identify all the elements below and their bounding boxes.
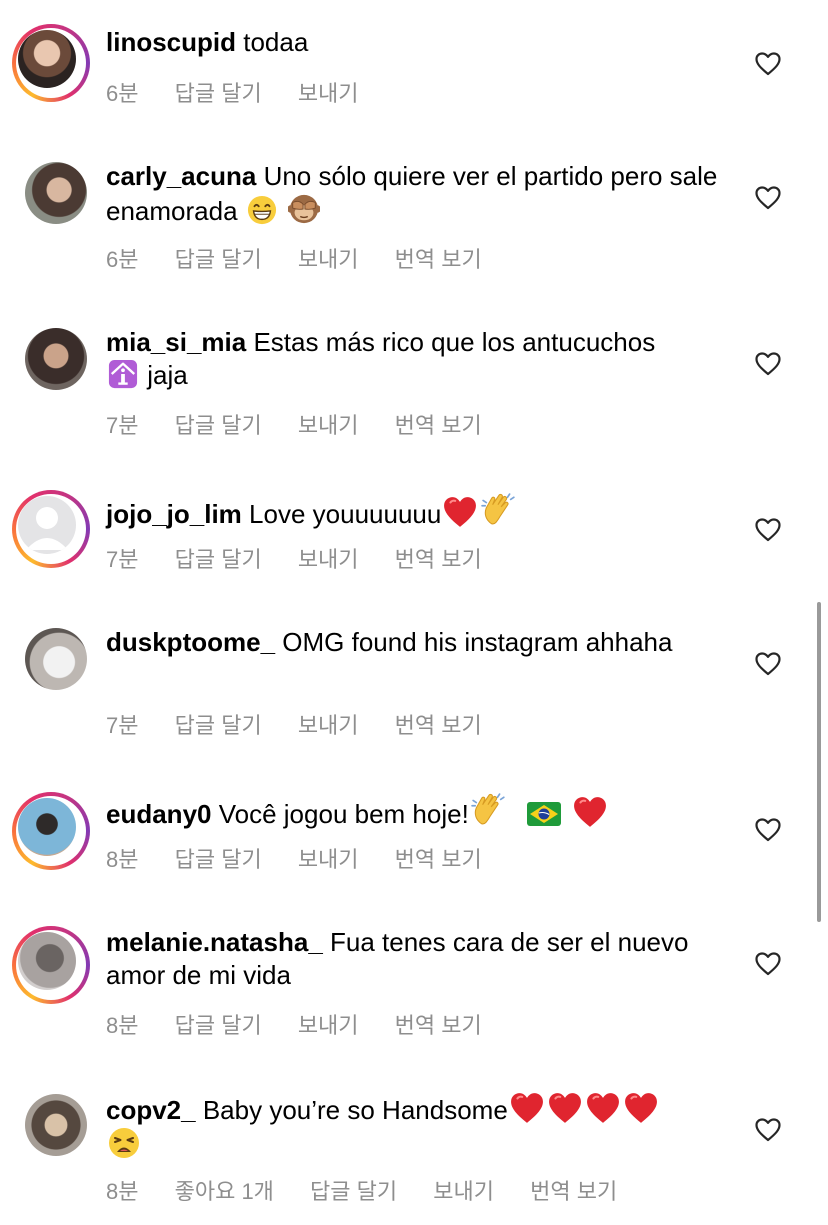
scrollbar[interactable] [817, 602, 821, 922]
avatar[interactable] [25, 1094, 87, 1156]
comment-text: Baby you’re so Handsome [202, 1095, 508, 1125]
comment-username[interactable]: melanie.natasha_ [106, 927, 323, 957]
like-heart-icon[interactable] [755, 518, 781, 542]
default-profile-icon [26, 507, 68, 550]
red-heart-icon [443, 496, 477, 528]
reply-button[interactable]: 답글 달기 [175, 542, 262, 574]
translate-button[interactable]: 번역 보기 [395, 1008, 482, 1040]
grinning-face-icon [247, 195, 277, 225]
comment-username[interactable]: mia_si_mia [106, 327, 246, 357]
translate-button[interactable]: 번역 보기 [395, 542, 482, 574]
clapping-hands-icon [471, 792, 507, 828]
reply-button[interactable]: 답글 달기 [175, 842, 262, 874]
like-heart-icon[interactable] [755, 818, 781, 842]
likes-count[interactable]: 좋아요 1개 [175, 1174, 274, 1206]
avatar[interactable] [25, 328, 87, 390]
red-heart-icon [510, 1092, 544, 1124]
send-button[interactable]: 보내기 [298, 242, 359, 274]
avatar[interactable] [12, 24, 90, 102]
brazil-flag-icon [526, 800, 562, 828]
comment-text: jaja [147, 360, 188, 390]
comment-username[interactable]: eudany0 [106, 799, 212, 829]
comment-text: Você jogou bem hoje! [218, 799, 469, 829]
comment-username[interactable]: copv2_ [106, 1095, 196, 1125]
reply-button[interactable]: 답글 달기 [175, 242, 262, 274]
send-button[interactable]: 보내기 [298, 542, 359, 574]
like-heart-icon[interactable] [755, 1118, 781, 1142]
reply-button[interactable]: 답글 달기 [310, 1174, 397, 1206]
comment-text: todaa [243, 27, 309, 57]
translate-button[interactable]: 번역 보기 [395, 842, 482, 874]
like-heart-icon[interactable] [755, 952, 781, 976]
send-button[interactable]: 보내기 [298, 708, 359, 740]
comment-username[interactable]: jojo_jo_lim [106, 499, 242, 529]
red-heart-icon [573, 796, 607, 828]
send-button[interactable]: 보내기 [298, 1008, 359, 1040]
comment-username[interactable]: duskptoome_ [106, 627, 275, 657]
comment-text: Estas más rico que los antucuchos [253, 327, 656, 357]
red-heart-icon [548, 1092, 582, 1124]
reply-button[interactable]: 답글 달기 [175, 408, 262, 440]
send-button[interactable]: 보내기 [298, 842, 359, 874]
red-heart-icon [624, 1092, 658, 1124]
send-button[interactable]: 보내기 [298, 76, 359, 108]
like-heart-icon[interactable] [755, 652, 781, 676]
comment-time: 8분 [106, 1013, 139, 1038]
like-heart-icon[interactable] [755, 52, 781, 76]
comment-text: OMG found his instagram ahhaha [282, 627, 673, 657]
weary-face-icon [108, 1127, 140, 1159]
reply-button[interactable]: 답글 달기 [175, 708, 262, 740]
comment-time: 8분 [106, 1179, 139, 1204]
comment-text: Love youuuuuuu [249, 499, 442, 529]
send-button[interactable]: 보내기 [298, 408, 359, 440]
translate-button[interactable]: 번역 보기 [395, 242, 482, 274]
red-heart-icon [586, 1092, 620, 1124]
comment-time: 8분 [106, 847, 139, 872]
send-button[interactable]: 보내기 [433, 1174, 494, 1206]
avatar[interactable] [25, 162, 87, 224]
comment-time: 7분 [106, 547, 139, 572]
comment-username[interactable]: linoscupid [106, 27, 236, 57]
translate-button[interactable]: 번역 보기 [395, 408, 482, 440]
translate-button[interactable]: 번역 보기 [395, 708, 482, 740]
comment-time: 6분 [106, 247, 139, 272]
comment-time: 7분 [106, 713, 139, 738]
reply-button[interactable]: 답글 달기 [175, 1008, 262, 1040]
avatar[interactable] [12, 926, 90, 1004]
reply-button[interactable]: 답글 달기 [175, 76, 262, 108]
info-symbol-icon [108, 359, 138, 389]
like-heart-icon[interactable] [755, 186, 781, 210]
comment-username[interactable]: carly_acuna [106, 161, 256, 191]
clapping-hands-icon [481, 492, 517, 528]
avatar[interactable] [25, 628, 87, 690]
comment-time: 7분 [106, 413, 139, 438]
translate-button[interactable]: 번역 보기 [530, 1174, 617, 1206]
like-heart-icon[interactable] [755, 352, 781, 376]
avatar[interactable] [12, 792, 90, 870]
see-no-evil-monkey-icon [288, 193, 320, 225]
avatar[interactable] [12, 490, 90, 568]
comment-time: 6분 [106, 81, 139, 106]
